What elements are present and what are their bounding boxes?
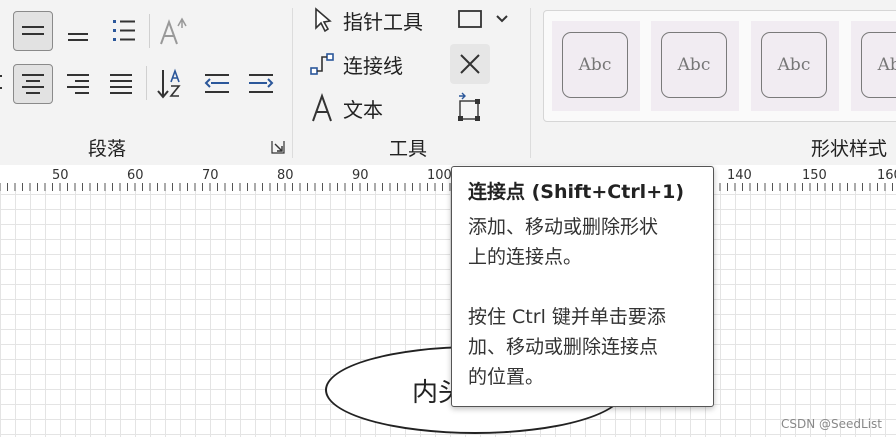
shape-style-swatch-label: Abc [661, 32, 727, 98]
shape-style-swatch-label: Abc [761, 32, 827, 98]
pointer-icon [307, 6, 337, 34]
horizontal-ruler: 50 60 70 80 90 100 140 150 160 [0, 165, 896, 192]
align-bottom-button[interactable] [58, 11, 98, 51]
align-right-icon [67, 74, 89, 94]
ruler-number: 150 [802, 168, 827, 183]
paragraph-dialog-launcher[interactable] [270, 139, 286, 155]
watermark: CSDN @SeedList [780, 417, 882, 431]
tools-group-label: 工具 [389, 138, 428, 160]
pointer-tool-label: 指针工具 [343, 9, 423, 34]
paragraph-group-label: 段落 [88, 138, 127, 160]
justify-button[interactable] [101, 64, 141, 104]
decrease-indent-button[interactable] [197, 64, 237, 104]
align-middle-button[interactable] [13, 11, 53, 51]
ruler-number: 140 [727, 168, 752, 183]
align-middle-icon [22, 26, 44, 35]
shape-style-swatch[interactable]: Abc [552, 21, 640, 111]
text-direction-icon [157, 68, 181, 99]
group-separator [292, 8, 293, 158]
shape-style-swatch-label: Abc [562, 32, 628, 98]
connection-point-icon [458, 92, 480, 121]
ruler-number: 90 [352, 168, 369, 183]
text-direction-button[interactable] [150, 64, 190, 104]
ruler-number: 80 [277, 168, 294, 183]
justify-icon [110, 74, 132, 94]
tooltip-line: 按住 Ctrl 键并单击要添 [468, 306, 666, 328]
group-separator [530, 8, 531, 158]
text-tool-button[interactable]: 文本 [307, 91, 383, 125]
align-right-button[interactable] [58, 64, 98, 104]
text-tool-icon [307, 93, 337, 123]
tooltip-line: 上的连接点。 [468, 246, 583, 268]
divider [149, 14, 150, 48]
connector-icon [307, 51, 337, 77]
shape-style-swatch-label: Abc [861, 32, 896, 98]
close-tool-button[interactable] [450, 44, 490, 84]
shape-style-swatch[interactable]: Abc [751, 21, 839, 111]
connection-point-tool-button[interactable] [453, 89, 489, 125]
ruler-number: 100 [427, 168, 452, 183]
pointer-tool-button[interactable]: 指针工具 [307, 4, 423, 36]
shape-style-swatch[interactable]: Abc [651, 21, 739, 111]
increase-indent-icon [249, 74, 274, 93]
increase-indent-button[interactable] [241, 64, 281, 104]
tooltip-description: 添加、移动或删除形状 上的连接点。 按住 Ctrl 键并单击要添 加、移动或删除… [468, 212, 697, 392]
tooltip-title: 连接点 (Shift+Ctrl+1) [468, 181, 685, 203]
align-center-icon [22, 74, 44, 94]
align-bottom-icon [68, 33, 88, 41]
dialog-launcher-icon [271, 141, 285, 154]
align-top-partial-button[interactable] [0, 14, 8, 50]
text-size-icon [160, 17, 187, 45]
rectangle-shape-dropdown[interactable] [452, 4, 514, 34]
ruler-number: 160 [877, 168, 896, 183]
ruler-number: 70 [202, 168, 219, 183]
tooltip-line: 的位置。 [468, 366, 545, 388]
align-center-button[interactable] [13, 64, 53, 104]
bullet-list-button[interactable] [104, 11, 144, 51]
shape-styles-gallery: Abc Abc Abc Abc [543, 10, 896, 122]
ribbon: 段落 指针工具 连接线 文本 工具 Abc Abc Abc Ab 形状样式 [0, 0, 896, 163]
shape-styles-group-label: 形状样式 [811, 138, 888, 160]
tooltip-line: 添加、移动或删除形状 [468, 216, 659, 238]
decrease-indent-icon [204, 74, 229, 93]
rectangle-icon [458, 10, 482, 28]
ruler-number: 60 [127, 168, 144, 183]
align-left-partial-button[interactable] [0, 64, 8, 104]
connector-tool-button[interactable]: 连接线 [307, 48, 403, 80]
bullet-list-icon [113, 20, 135, 41]
divider [146, 66, 147, 100]
text-tool-label: 文本 [343, 97, 383, 122]
connection-point-tooltip: 连接点 (Shift+Ctrl+1) 添加、移动或删除形状 上的连接点。 按住 … [451, 166, 714, 407]
tooltip-line: 加、移动或删除连接点 [468, 336, 659, 358]
ruler-number: 50 [52, 168, 69, 183]
chevron-down-icon [496, 15, 508, 23]
close-icon [460, 54, 480, 74]
text-size-button[interactable] [153, 11, 193, 51]
connector-tool-label: 连接线 [343, 53, 403, 78]
shape-style-swatch[interactable]: Abc [851, 21, 896, 111]
